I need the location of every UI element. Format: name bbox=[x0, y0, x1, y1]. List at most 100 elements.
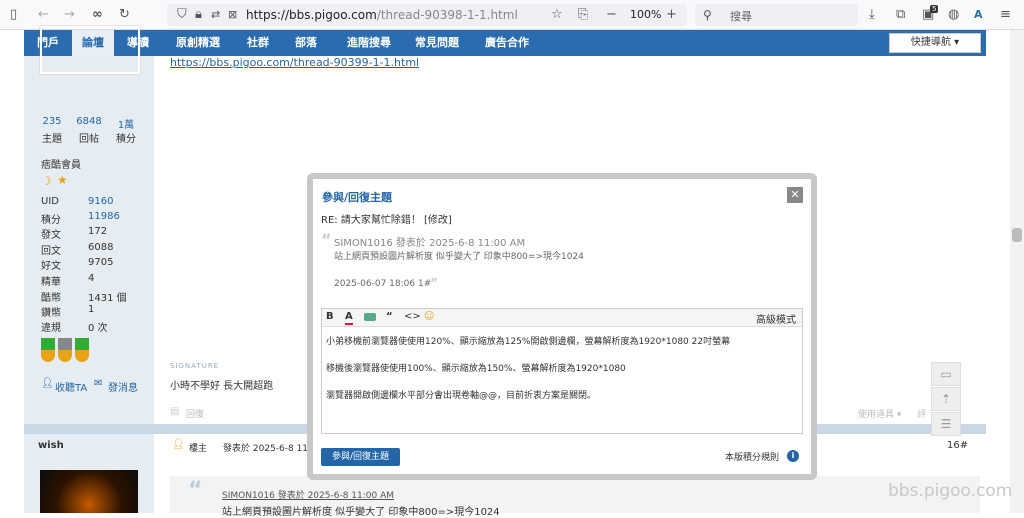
mail-icon: ✉ bbox=[94, 378, 103, 389]
list-float-button[interactable]: ☰ bbox=[931, 412, 961, 436]
info-value[interactable]: 11986 bbox=[88, 211, 120, 222]
nav-item-advanced-search[interactable]: 進階搜尋 bbox=[336, 30, 402, 56]
dialog-quote-text: 站上網頁預設圖片解析度 似乎變大了 印象中800=>現今1024 bbox=[334, 252, 584, 262]
nav-item-community[interactable]: 社群 bbox=[238, 30, 278, 56]
author-icon: 👤︎ bbox=[172, 439, 185, 450]
info-label: 酷幣 bbox=[41, 293, 61, 304]
medal-icon[interactable] bbox=[41, 338, 55, 362]
reader-icon[interactable]: ⎘ bbox=[578, 7, 588, 23]
post2-quote-text: 站上網頁預設圖片解析度 似乎變大了 印象中800=>現今1024 bbox=[222, 507, 500, 518]
scrollbar[interactable] bbox=[1010, 30, 1024, 513]
tracking-icon[interactable]: ⊠ bbox=[228, 7, 237, 23]
info-label: 回文 bbox=[41, 246, 61, 257]
stat-threads-value[interactable]: 235 bbox=[34, 116, 70, 127]
quick-nav-button[interactable]: 快捷導航 ▾ bbox=[889, 33, 981, 53]
font-color-button[interactable]: A bbox=[345, 311, 353, 325]
sidebar-toggle-icon[interactable]: ▯ bbox=[10, 7, 17, 23]
avatar[interactable] bbox=[40, 26, 140, 74]
post2-quote-author[interactable]: SIMON1016 發表於 2025-6-8 11:00 AM bbox=[222, 488, 394, 501]
code-button[interactable]: <> bbox=[404, 311, 421, 323]
scrollbar-thumb[interactable] bbox=[1012, 228, 1022, 242]
zoom-level[interactable]: 100% bbox=[630, 8, 661, 21]
search-placeholder: 搜尋 bbox=[730, 10, 752, 23]
post2-role: 樓主 bbox=[189, 444, 208, 454]
medal-icon[interactable] bbox=[58, 338, 72, 362]
forward-icon[interactable]: → bbox=[64, 7, 75, 23]
search-input[interactable] bbox=[695, 4, 858, 26]
shield-icon[interactable]: ⛉ bbox=[177, 7, 187, 23]
download-icon[interactable]: ⤓ bbox=[869, 7, 875, 23]
info-value: 4 bbox=[88, 273, 95, 284]
signature-text: 小時不學好 長大開超跑 bbox=[170, 381, 274, 392]
stat-replies-label: 回帖 bbox=[79, 134, 99, 145]
globe-icon[interactable]: ◍ bbox=[948, 7, 959, 23]
url-text[interactable]: https://bbs.pigoo.com/thread-90398-1-1.h… bbox=[246, 8, 518, 22]
post2-floor[interactable]: 16# bbox=[947, 440, 968, 451]
nav-item-advertise[interactable]: 廣告合作 bbox=[476, 30, 538, 56]
browser-toolbar: ▯ ← → ∞ ↻ ⛉ 🔒︎ ⇄ ⊠ https://bbs.pigoo.com… bbox=[0, 0, 1024, 30]
watermark: bbs.pigoo.com bbox=[888, 481, 1013, 501]
info-label: 發文 bbox=[41, 230, 61, 241]
nav-item-faq[interactable]: 常見問題 bbox=[408, 30, 466, 56]
dialog-quote-author: SIMON1016 發表於 2025-6-8 11:00 AM bbox=[334, 238, 526, 249]
quote-open-icon: “ bbox=[321, 230, 332, 249]
info-label: 精華 bbox=[41, 277, 61, 288]
comment-float-button[interactable]: ▭ bbox=[931, 362, 961, 386]
advanced-mode-link[interactable]: 高級模式 bbox=[756, 311, 796, 326]
submit-reply-button[interactable]: 參與/回復主題 bbox=[321, 448, 400, 466]
emoji-button[interactable]: ☺ bbox=[424, 311, 434, 323]
info-icon[interactable]: i bbox=[787, 450, 799, 462]
nav-item-originals[interactable]: 原創精選 bbox=[168, 30, 228, 56]
info-label: 鑽幣 bbox=[41, 308, 61, 319]
follow-link[interactable]: 收聽TA bbox=[55, 379, 87, 394]
close-icon[interactable]: ✕ bbox=[787, 187, 803, 203]
link-icon[interactable] bbox=[364, 313, 376, 321]
reply-link[interactable]: 回復 bbox=[186, 407, 204, 420]
user-rank: 痞酷會員 bbox=[41, 160, 81, 171]
editor-line: 瀏覽器開啟側邊欄水平部分會出現卷軸@@，目前折衷方案是關閉。 bbox=[326, 391, 597, 401]
rate-link[interactable]: 評 bbox=[917, 407, 926, 420]
thread-link[interactable]: https://bbs.pigoo.com/thread-90399-1-1.h… bbox=[170, 56, 419, 69]
reply-icon: ▤ bbox=[170, 406, 180, 417]
dialog-title: 參與/回復主題 bbox=[322, 191, 393, 204]
post2-date: 發表於 2025-6-8 11: bbox=[223, 444, 312, 454]
tools-link[interactable]: 使用道具 ▾ bbox=[858, 407, 901, 420]
rank-moon-icon: ☽ bbox=[41, 174, 52, 188]
info-label: 違規 bbox=[41, 323, 61, 334]
post2-author[interactable]: wish bbox=[38, 440, 64, 451]
post2-avatar[interactable] bbox=[40, 470, 138, 513]
stat-points-value[interactable]: 1萬 bbox=[108, 116, 144, 131]
info-value[interactable]: 9160 bbox=[88, 196, 113, 207]
back-icon[interactable]: ← bbox=[38, 7, 49, 23]
lock-icon[interactable]: 🔒︎ bbox=[195, 7, 202, 23]
url-host: https://bbs.pigoo.com bbox=[246, 8, 377, 22]
nav-item-blog[interactable]: 部落 bbox=[286, 30, 326, 56]
stat-points-label: 積分 bbox=[116, 134, 136, 145]
permissions-icon[interactable]: ⇄ bbox=[211, 7, 220, 23]
infinity-icon[interactable]: ∞ bbox=[92, 7, 103, 23]
editor-toolbar bbox=[322, 309, 802, 327]
message-link[interactable]: 發消息 bbox=[108, 379, 138, 394]
zoom-out-icon[interactable]: − bbox=[606, 7, 617, 23]
info-value: 0 次 bbox=[88, 323, 108, 334]
stat-replies-value[interactable]: 6848 bbox=[71, 116, 107, 127]
rank-star-icon: ★ bbox=[57, 173, 68, 187]
bookmark-star-icon[interactable]: ☆ bbox=[551, 7, 563, 23]
points-rules-link[interactable]: 本版積分規則 bbox=[725, 450, 779, 463]
info-value: 1431 個 bbox=[88, 293, 127, 304]
notification-badge: 5 bbox=[930, 5, 939, 13]
zoom-in-icon[interactable]: + bbox=[666, 7, 677, 23]
reload-icon[interactable]: ↻ bbox=[119, 7, 130, 23]
menu-icon[interactable]: ≡ bbox=[1000, 7, 1011, 23]
dialog-subject: RE: 請大家幫忙除錯！ [修改] bbox=[321, 215, 452, 226]
bold-button[interactable]: B bbox=[326, 311, 334, 323]
medal-icon[interactable] bbox=[75, 338, 89, 362]
signature-label: SIGNATURE bbox=[170, 362, 220, 370]
stat-threads-label: 主題 bbox=[42, 134, 62, 145]
extensions-icon[interactable]: ⧉ bbox=[896, 7, 905, 23]
back-to-top-button[interactable]: ⇡ bbox=[931, 387, 961, 411]
quote-button[interactable]: “ bbox=[386, 311, 393, 323]
info-label: 好文 bbox=[41, 261, 61, 272]
translate-icon[interactable]: A bbox=[974, 7, 983, 23]
editor-line: 小弟移機前瀏覽器使使用120%、顯示縮放為125%開啟側邊欄，螢幕解析度為192… bbox=[326, 337, 731, 347]
